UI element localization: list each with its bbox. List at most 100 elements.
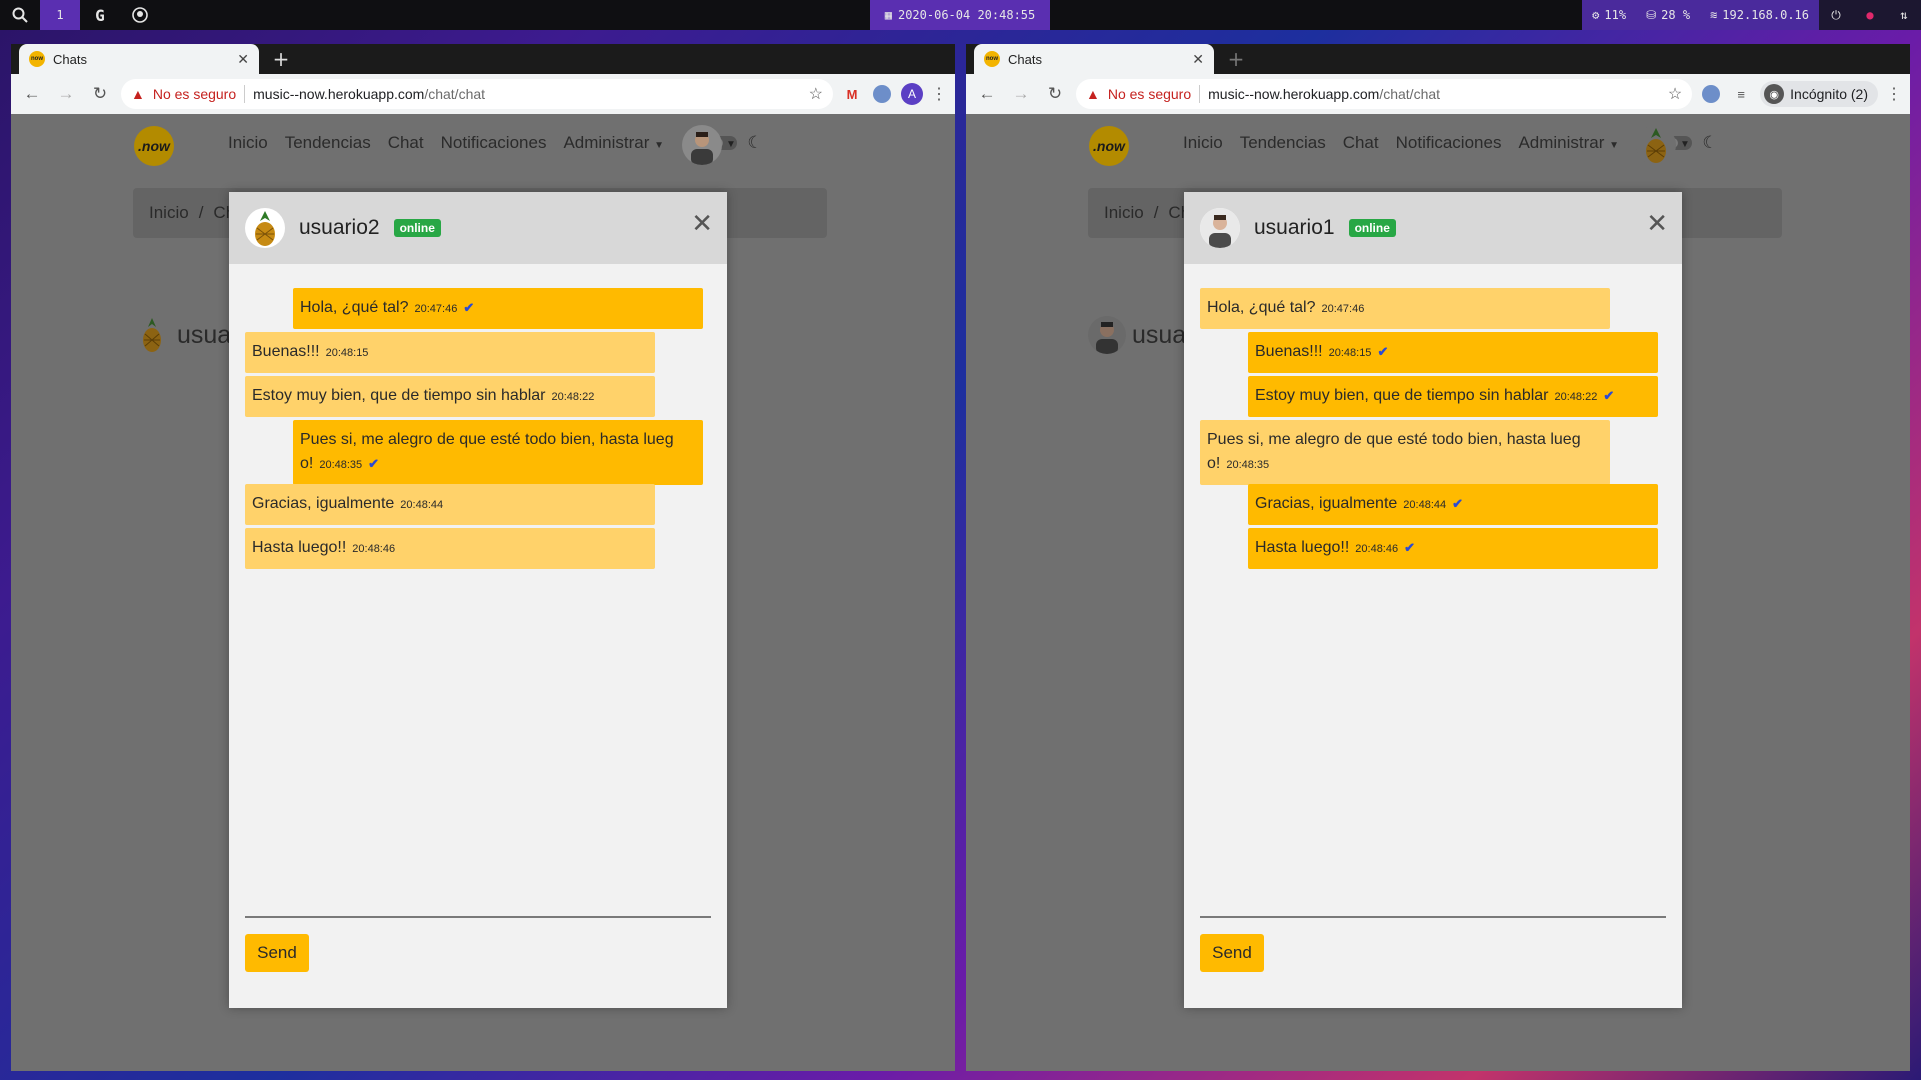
back-arrow-icon[interactable]: ← <box>974 81 1000 107</box>
bookmark-star-icon[interactable]: ☆ <box>1668 84 1682 104</box>
message-time: 20:48:35 <box>1226 459 1270 471</box>
browser-menu-icon[interactable]: ⋮ <box>931 84 947 104</box>
network-tray-icon[interactable]: ⇅ <box>1887 0 1921 30</box>
chat-list-user[interactable]: usua <box>1088 316 1186 354</box>
back-arrow-icon[interactable]: ← <box>19 81 45 107</box>
message-time: 20:48:46 <box>1355 543 1399 555</box>
send-button[interactable]: Send <box>245 934 309 972</box>
nav-administrar[interactable]: Administrar ▼ <box>1518 133 1619 153</box>
send-button[interactable]: Send <box>1200 934 1264 972</box>
profile-avatar[interactable]: A <box>901 83 923 105</box>
message-bubble: Hasta luego!! 20:48:46 ✔ <box>1248 528 1658 569</box>
message-time: 20:48:15 <box>325 347 369 359</box>
message-time: 20:48:22 <box>1554 391 1598 403</box>
online-badge: online <box>1348 219 1396 237</box>
user-avatar[interactable] <box>682 125 722 165</box>
reload-icon[interactable]: ↻ <box>1042 81 1068 107</box>
chat-list-username: usua <box>1132 320 1187 349</box>
address-bar[interactable]: ▲ No es seguro music--now.herokuapp.com … <box>1076 79 1693 109</box>
chat-username: usuario2 <box>299 216 380 239</box>
browser-menu-icon[interactable]: ⋮ <box>1886 84 1902 104</box>
gmail-extension-icon[interactable]: M <box>841 83 863 105</box>
message-time: 20:48:15 <box>1328 347 1372 359</box>
read-check-icon: ✔ <box>1404 540 1416 555</box>
moon-icon: ☾ <box>747 133 763 152</box>
nav-inicio[interactable]: Inicio <box>228 133 268 153</box>
close-icon[interactable]: ✕ <box>1646 208 1668 239</box>
nav-notificaciones[interactable]: Notificaciones <box>441 133 547 153</box>
avatar-caret-icon[interactable]: ▼ <box>726 139 736 150</box>
site-favicon-icon: now <box>984 51 1000 67</box>
reload-icon[interactable]: ↻ <box>87 81 113 107</box>
close-tab-icon[interactable]: ✕ <box>237 51 249 68</box>
breadcrumb-inicio[interactable]: Inicio <box>1104 203 1144 223</box>
extension-icon[interactable] <box>1700 83 1722 105</box>
message-input[interactable] <box>1200 916 1666 918</box>
chat-modal: usuario2 online ✕ Hola, ¿qué tal? 20:47:4… <box>229 192 727 1008</box>
message-time: 20:48:35 <box>319 459 363 471</box>
nav-inicio[interactable]: Inicio <box>1183 133 1223 153</box>
new-tab-button[interactable]: + <box>1224 47 1248 71</box>
message-bubble: Gracias, igualmente 20:48:44 ✔ <box>1248 484 1658 525</box>
message-bubble: Buenas!!! 20:48:15 <box>245 332 655 373</box>
site-logo[interactable]: .now <box>134 126 174 166</box>
chat-modal-header: usuario1 online ✕ <box>1184 192 1682 264</box>
tab-chats[interactable]: now Chats ✕ <box>19 44 259 74</box>
read-check-icon: ✔ <box>463 300 475 315</box>
nav-tendencias[interactable]: Tendencias <box>285 133 371 153</box>
chat-list-user[interactable]: usua <box>133 316 231 354</box>
message-list: Hola, ¿qué tal? 20:47:46 Buenas!!! 20:48:1… <box>1200 288 1666 808</box>
read-check-icon: ✔ <box>1452 496 1464 511</box>
url-path: /chat/chat <box>1379 86 1441 102</box>
message-bubble: Gracias, igualmente 20:48:44 <box>245 484 655 525</box>
close-icon[interactable]: ✕ <box>691 208 713 239</box>
moon-icon: ☾ <box>1702 133 1718 152</box>
tab-strip: now Chats ✕ + <box>11 44 955 74</box>
google-icon[interactable]: G <box>80 0 120 30</box>
close-tab-icon[interactable]: ✕ <box>1192 51 1204 68</box>
nav-chat[interactable]: Chat <box>1343 133 1379 153</box>
read-check-icon: ✔ <box>1603 388 1615 403</box>
omnibox-divider <box>244 85 246 103</box>
nav-chat[interactable]: Chat <box>388 133 424 153</box>
power-icon[interactable]: ⏻ <box>1819 0 1853 30</box>
tab-chats[interactable]: now Chats ✕ <box>974 44 1214 74</box>
cpu-icon: ⚙ <box>1592 8 1600 22</box>
message-bubble: Hasta luego!! 20:48:46 <box>245 528 655 569</box>
search-icon[interactable] <box>0 0 40 30</box>
address-bar[interactable]: ▲ No es seguro music--now.herokuapp.com … <box>121 79 833 109</box>
message-time: 20:47:46 <box>414 303 458 315</box>
github-icon[interactable] <box>120 0 160 30</box>
incognito-indicator[interactable]: ◉ Incógnito (2) <box>1760 81 1878 107</box>
browser-window-right: now Chats ✕ + ← → ↻ ▲ No es seguro music… <box>966 44 1910 1071</box>
nav-tendencias[interactable]: Tendencias <box>1240 133 1326 153</box>
forward-arrow-icon[interactable]: → <box>53 81 79 107</box>
bookmark-star-icon[interactable]: ☆ <box>809 84 823 104</box>
insecure-label: No es seguro <box>1107 86 1192 102</box>
app-tray-icon[interactable]: ● <box>1853 0 1887 30</box>
breadcrumb-inicio[interactable]: Inicio <box>149 203 189 223</box>
warning-icon: ▲ <box>1086 86 1100 102</box>
datetime-widget: ▦ 2020-06-04 20:48:55 <box>870 0 1050 30</box>
avatar-caret-icon[interactable]: ▼ <box>1680 139 1690 150</box>
workspace-indicator[interactable]: 1 <box>40 0 80 30</box>
chat-username: usuario1 <box>1254 216 1335 239</box>
nav-administrar[interactable]: Administrar ▼ <box>563 133 664 153</box>
forward-arrow-icon[interactable]: → <box>1008 81 1034 107</box>
tab-strip: now Chats ✕ + <box>966 44 1910 74</box>
insecure-label: No es seguro <box>152 86 237 102</box>
url-host: music--now.herokuapp.com <box>253 86 425 102</box>
extension-icon[interactable] <box>871 83 893 105</box>
user-avatar[interactable] <box>1636 125 1676 165</box>
chat-modal-header: usuario2 online ✕ <box>229 192 727 264</box>
site-navbar: .now Inicio Tendencias Chat Notificacion… <box>966 114 1910 174</box>
pineapple-avatar-icon <box>245 208 285 248</box>
new-tab-button[interactable]: + <box>269 47 293 71</box>
page-content: .now Inicio Tendencias Chat Notificacion… <box>11 114 955 1071</box>
nav-notificaciones[interactable]: Notificaciones <box>1396 133 1502 153</box>
message-input[interactable] <box>245 916 711 918</box>
media-control-icon[interactable]: ≡ <box>1730 83 1752 105</box>
message-bubble: Pues si, me alegro de que esté todo bien… <box>1200 420 1610 485</box>
site-logo[interactable]: .now <box>1089 126 1129 166</box>
site-navbar: .now Inicio Tendencias Chat Notificacion… <box>11 114 955 174</box>
